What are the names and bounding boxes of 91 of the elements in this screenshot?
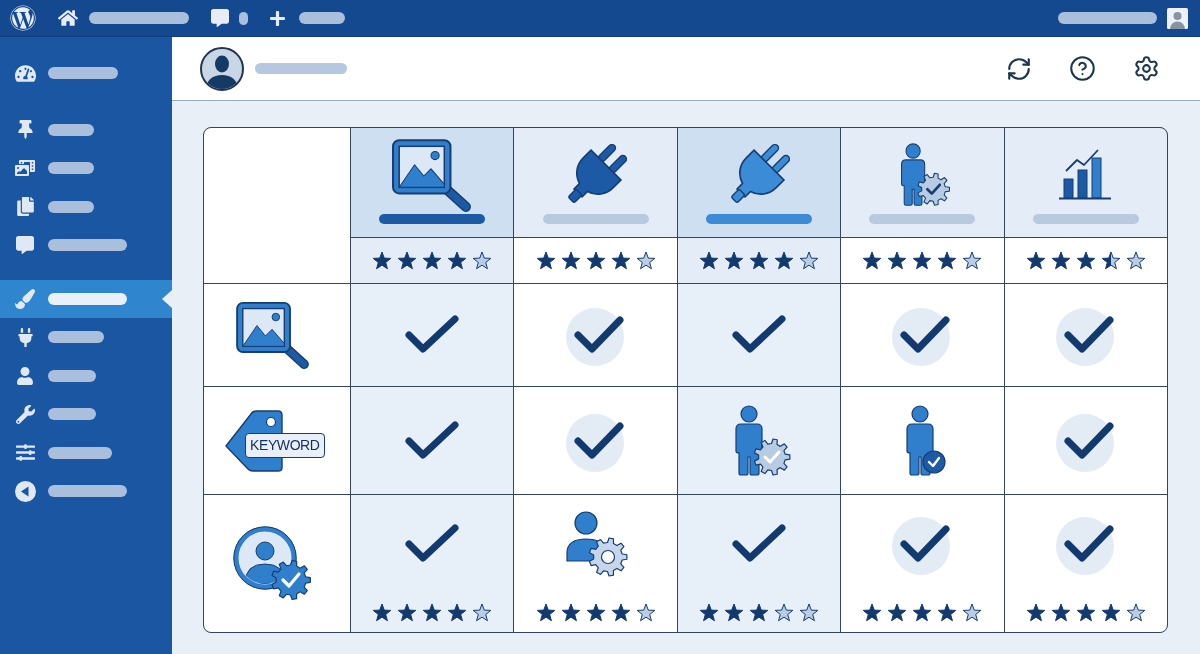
star-icon — [535, 603, 556, 622]
star-icon — [724, 251, 744, 270]
check-icon — [404, 419, 461, 462]
avatar-icon[interactable] — [200, 46, 244, 91]
user-icon[interactable] — [16, 366, 34, 385]
star-icon — [635, 251, 656, 270]
home-icon[interactable] — [58, 8, 78, 28]
star-icon — [862, 603, 883, 622]
paintbrush-icon[interactable] — [15, 288, 35, 309]
logo-icon[interactable] — [10, 5, 36, 31]
image-search-icon — [235, 301, 311, 369]
check-icon — [404, 314, 461, 356]
keyword-label: KEYWORD — [245, 432, 325, 458]
image-search-icon — [391, 138, 474, 212]
star-icon — [1050, 603, 1071, 622]
star-icon — [799, 251, 819, 270]
settings-icon[interactable] — [1133, 55, 1160, 82]
star-icon — [1075, 251, 1096, 270]
star-icon — [774, 251, 794, 270]
star-icon — [585, 251, 606, 270]
check-icon — [731, 523, 787, 565]
star-icon — [862, 251, 883, 270]
photo-video-icon[interactable] — [15, 158, 35, 179]
star-icon — [912, 603, 933, 622]
star-icon — [887, 603, 908, 622]
star-icon — [937, 603, 958, 622]
star-icon — [610, 251, 631, 270]
star-icon — [1050, 251, 1071, 270]
star-icon — [1025, 251, 1046, 270]
plug-icon — [728, 144, 790, 206]
text-placeholder — [48, 408, 96, 421]
star-icon — [887, 251, 908, 270]
star-icon — [699, 251, 719, 270]
comment-icon[interactable] — [16, 236, 34, 255]
star-icon — [962, 603, 983, 622]
star-icon — [1125, 251, 1146, 270]
star-icon — [397, 603, 418, 622]
star-icon — [724, 603, 744, 622]
plug-icon[interactable] — [15, 327, 35, 347]
refresh-icon[interactable] — [1006, 55, 1032, 82]
help-icon[interactable] — [1069, 55, 1096, 82]
text-placeholder — [299, 12, 345, 24]
pages-icon[interactable] — [15, 197, 35, 217]
star-icon — [635, 603, 656, 622]
star-icon — [397, 251, 418, 270]
text-placeholder — [48, 67, 118, 80]
text-placeholder — [48, 369, 96, 382]
star-icon — [774, 603, 794, 622]
star-icon — [560, 251, 581, 270]
plus-icon[interactable] — [269, 9, 286, 27]
star-icon — [422, 603, 443, 622]
star-icon — [447, 603, 468, 622]
star-icon — [472, 603, 493, 622]
text-placeholder — [48, 200, 94, 213]
user-gear-icon — [563, 511, 628, 577]
gauge-icon[interactable] — [14, 62, 36, 84]
star-icon — [1075, 603, 1096, 622]
star-icon — [610, 603, 631, 622]
star-icon — [422, 251, 443, 270]
check-icon — [404, 523, 461, 565]
star-icon — [962, 251, 983, 270]
text-placeholder — [48, 162, 94, 175]
sidebar-item[interactable] — [0, 279, 172, 318]
star-icon — [912, 251, 933, 270]
star-icon — [372, 603, 393, 622]
star-icon — [585, 603, 606, 622]
star-icon — [799, 603, 819, 622]
count-placeholder — [239, 11, 248, 25]
star-icon — [749, 251, 769, 270]
check-icon — [731, 314, 787, 356]
star-icon — [1125, 603, 1146, 622]
star-icon — [937, 251, 958, 270]
text-placeholder — [48, 123, 94, 136]
text-placeholder — [48, 331, 104, 344]
star-icon — [472, 251, 493, 270]
sliders-icon[interactable] — [15, 443, 35, 463]
text-placeholder — [48, 446, 112, 459]
star-icon — [1100, 603, 1121, 622]
star-icon — [1025, 603, 1046, 622]
comment-icon[interactable] — [211, 9, 229, 27]
star-icon — [699, 603, 719, 622]
avatar-icon[interactable] — [1167, 7, 1188, 29]
star-icon — [749, 603, 769, 622]
star-icon — [372, 251, 393, 270]
collapse-icon[interactable] — [14, 480, 36, 502]
star-icon — [535, 251, 556, 270]
star-icon — [560, 603, 581, 622]
star-icon — [1100, 251, 1121, 270]
wrench-icon[interactable] — [15, 404, 35, 424]
star-icon — [447, 251, 468, 270]
user-gear-check-icon — [233, 525, 313, 602]
